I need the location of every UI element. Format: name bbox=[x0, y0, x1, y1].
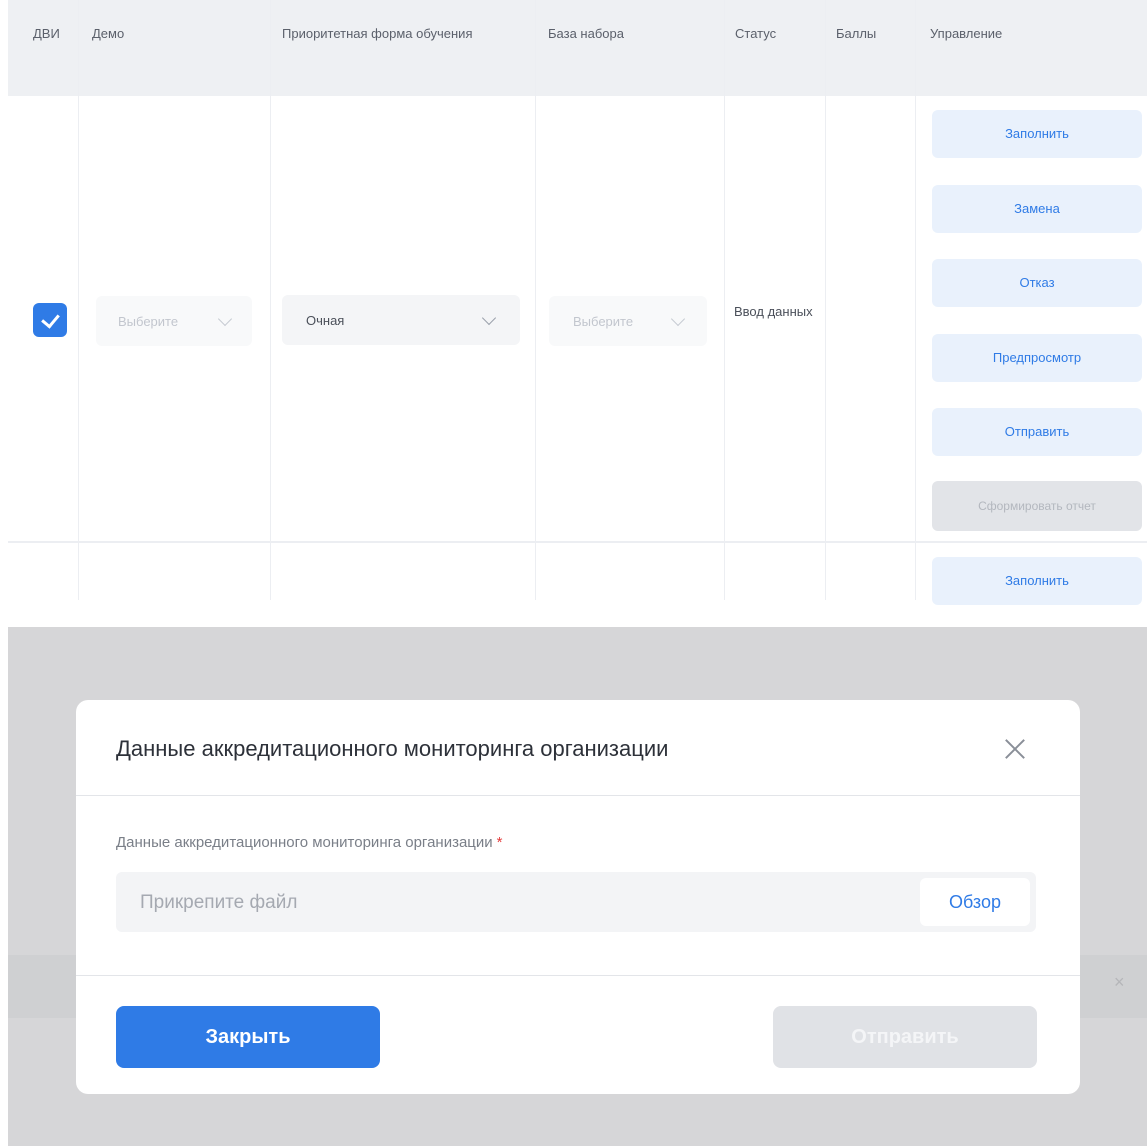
header-manage: Управление bbox=[930, 26, 1003, 41]
report-button[interactable]: Сформировать отчет bbox=[932, 481, 1142, 531]
required-mark: * bbox=[496, 834, 503, 851]
priority-select-value: Очная bbox=[306, 312, 345, 328]
column-divider bbox=[825, 0, 826, 600]
header-priority: Приоритетная форма обучения bbox=[282, 26, 473, 41]
header-score: Баллы bbox=[836, 26, 877, 41]
applications-table: ДВИ Демо Приоритетная форма обучения Баз… bbox=[0, 0, 1147, 605]
demo-select[interactable]: Выберите bbox=[96, 296, 252, 346]
background-close-icon: × bbox=[1114, 972, 1125, 992]
modal-title: Данные аккредитационного мониторинга орг… bbox=[116, 736, 669, 761]
next-row-fill-button[interactable]: Заполнить bbox=[932, 557, 1142, 605]
field-label: Данные аккредитационного мониторинга орг… bbox=[116, 834, 503, 851]
modal-divider bbox=[76, 975, 1080, 976]
column-divider bbox=[724, 0, 725, 600]
fill-button[interactable]: Заполнить bbox=[932, 110, 1142, 158]
browse-button[interactable]: Обзор bbox=[920, 878, 1030, 926]
upload-modal: Данные аккредитационного мониторинга орг… bbox=[76, 700, 1080, 1094]
header-base: База набора bbox=[548, 26, 624, 41]
chevron-down-icon bbox=[217, 311, 233, 326]
close-button[interactable]: Закрыть bbox=[116, 1006, 380, 1068]
modal-divider bbox=[76, 795, 1080, 796]
header-demo: Демо bbox=[92, 26, 125, 41]
row-divider bbox=[8, 541, 1147, 543]
file-input[interactable]: Прикрепите файл Обзор bbox=[116, 872, 1036, 932]
column-divider bbox=[78, 0, 79, 600]
replace-button[interactable]: Замена bbox=[932, 185, 1142, 233]
row-checkbox[interactable] bbox=[33, 303, 67, 337]
priority-select[interactable]: Очная bbox=[282, 295, 520, 345]
column-divider bbox=[915, 0, 916, 600]
chevron-down-icon bbox=[670, 311, 686, 326]
preview-button[interactable]: Предпросмотр bbox=[932, 334, 1142, 382]
table-header bbox=[8, 0, 1147, 96]
field-label-text: Данные аккредитационного мониторинга орг… bbox=[116, 834, 493, 851]
send-button[interactable]: Отправить bbox=[773, 1006, 1037, 1068]
status-text: Ввод данных bbox=[734, 304, 813, 319]
base-select-value: Выберите bbox=[573, 313, 634, 329]
refuse-button[interactable]: Отказ bbox=[932, 259, 1142, 307]
send-row-button[interactable]: Отправить bbox=[932, 408, 1142, 456]
base-select[interactable]: Выберите bbox=[549, 296, 707, 346]
header-dvi: ДВИ bbox=[33, 26, 60, 41]
header-status: Статус bbox=[735, 26, 777, 41]
column-divider bbox=[535, 0, 536, 600]
close-icon[interactable] bbox=[1000, 734, 1030, 764]
chevron-down-icon bbox=[481, 310, 497, 325]
column-divider bbox=[270, 0, 271, 600]
file-placeholder: Прикрепите файл bbox=[140, 892, 298, 913]
demo-select-value: Выберите bbox=[118, 313, 179, 329]
